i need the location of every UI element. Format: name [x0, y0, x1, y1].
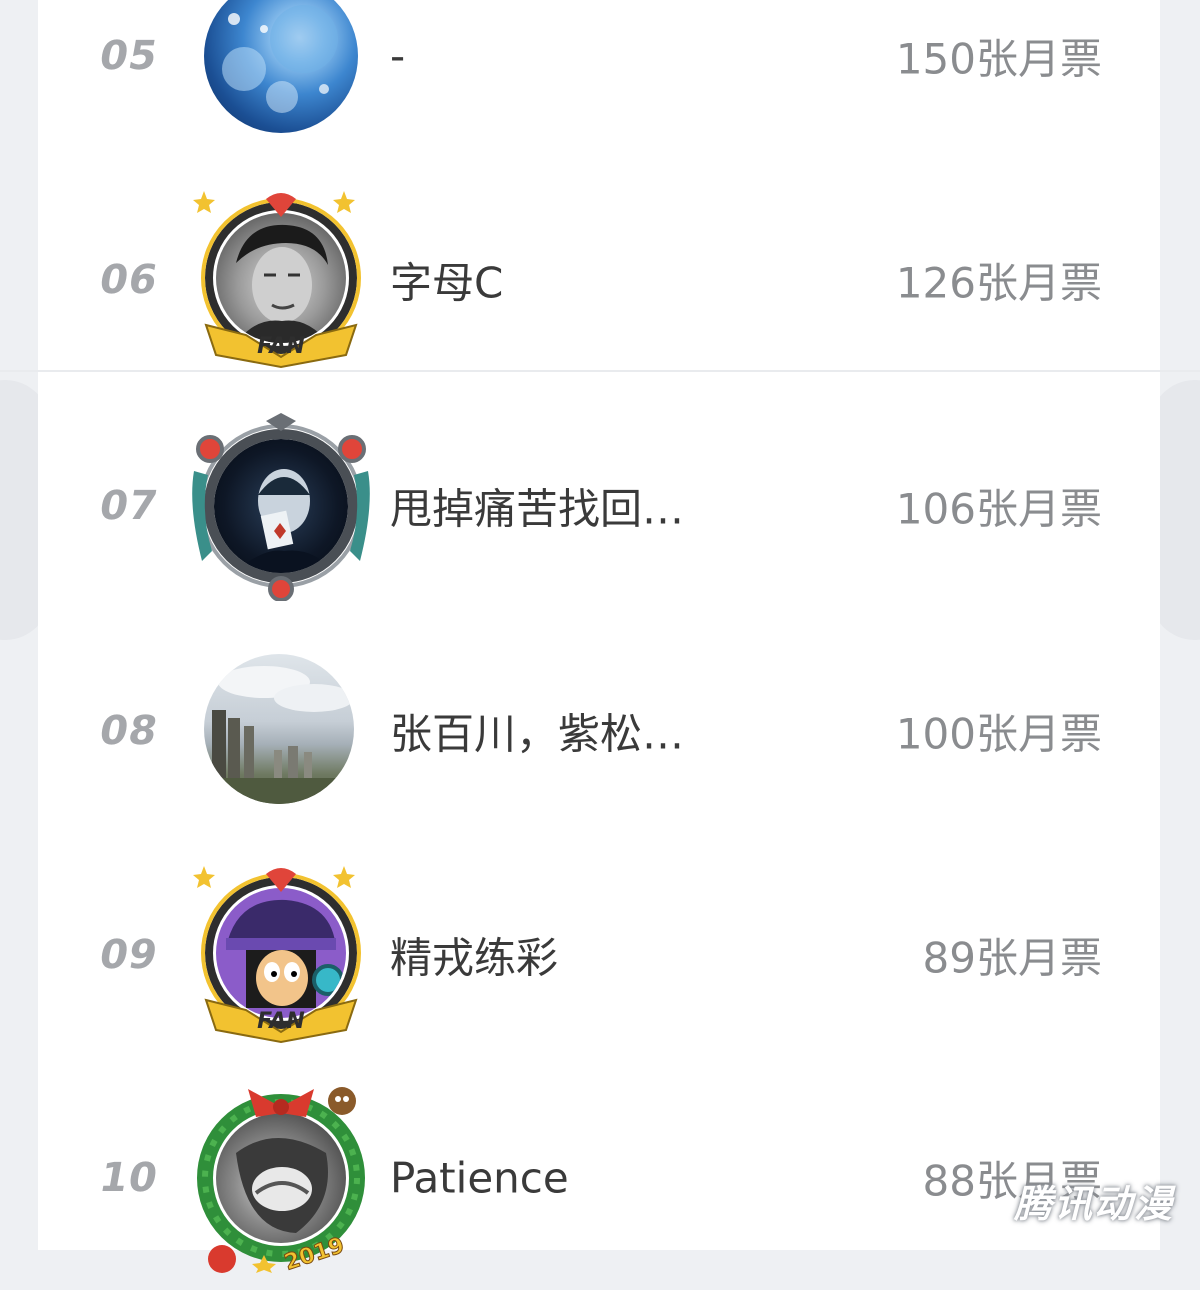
- rank-number: 09: [95, 932, 162, 978]
- svg-text:FAN: FAN: [257, 1009, 305, 1034]
- ranking-row[interactable]: 07 甩掉痛苦找回… 106张月票: [38, 394, 1160, 618]
- city-skyline-avatar: [204, 654, 354, 804]
- monthly-ticket-count: 89张月票: [922, 933, 1102, 983]
- ranking-row[interactable]: 05 - 150张月票: [38, 0, 1160, 168]
- fan-badge-frame-icon: FAN: [193, 191, 361, 369]
- svg-text:FAN: FAN: [257, 334, 305, 359]
- rank-number: 08: [95, 708, 162, 754]
- monthly-ticket-count: 106张月票: [895, 484, 1102, 534]
- rank-number: 10: [95, 1155, 162, 1201]
- user-name: 张百川，紫松…: [390, 709, 685, 759]
- rank-number: 06: [95, 257, 162, 303]
- monthly-ticket-count: 100张月票: [895, 709, 1102, 759]
- ranking-row[interactable]: 06 FAN 字母C 126张月票: [38, 168, 1160, 392]
- avatar-container[interactable]: [186, 411, 376, 601]
- user-name: -: [390, 31, 406, 81]
- christmas-wreath-frame-icon: 2019: [197, 1087, 365, 1273]
- watermark-logo: 腾讯动漫: [1013, 1182, 1174, 1226]
- mech-frame-icon: [192, 413, 370, 601]
- avatar-container[interactable]: 2019: [186, 1083, 376, 1273]
- user-name: 甩掉痛苦找回…: [390, 484, 685, 534]
- planet-avatar: [204, 0, 358, 133]
- rank-number: 07: [95, 483, 162, 529]
- avatar-container[interactable]: [186, 0, 376, 151]
- ranking-row[interactable]: 10 2019 Patience 88张月票: [38, 1066, 1160, 1290]
- fan-badge-frame-icon: FAN: [193, 866, 361, 1044]
- rank-number: 05: [95, 33, 162, 79]
- avatar-container[interactable]: FAN: [186, 860, 376, 1050]
- avatar-container[interactable]: [186, 636, 376, 826]
- ranking-row[interactable]: 08 张百川，紫松… 100张月票: [38, 619, 1160, 843]
- user-name: 精戎练彩: [390, 933, 559, 983]
- user-name: Patience: [390, 1153, 569, 1203]
- ranking-row[interactable]: 09 FAN 精戎练彩 89张月票: [38, 843, 1160, 1067]
- avatar-container[interactable]: FAN: [186, 185, 376, 375]
- monthly-ticket-count: 150张月票: [895, 34, 1102, 84]
- user-name: 字母C: [390, 258, 504, 308]
- monthly-ticket-count: 126张月票: [895, 258, 1102, 308]
